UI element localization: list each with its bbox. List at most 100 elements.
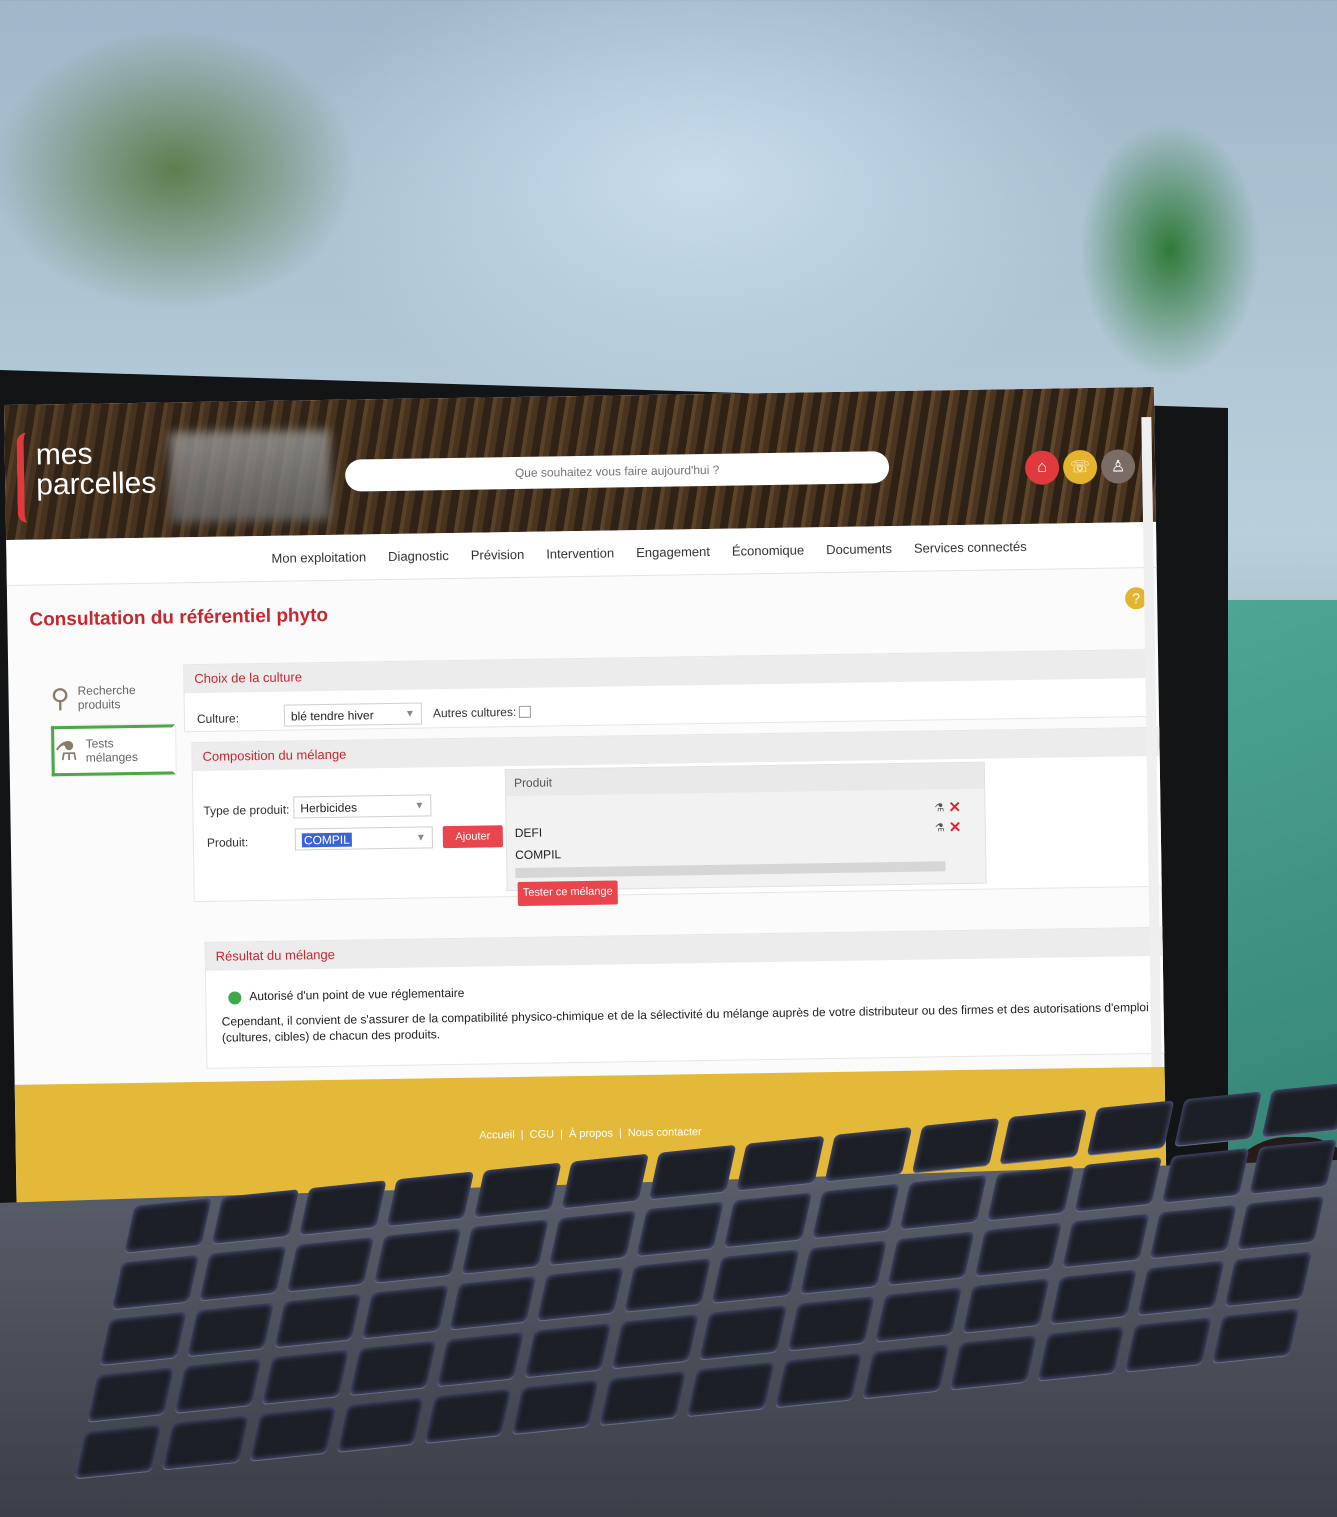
key bbox=[636, 1201, 725, 1256]
mix-panel-title: Composition du mélange bbox=[192, 727, 1167, 772]
page-title: Consultation du référentiel phyto bbox=[29, 604, 329, 631]
blurred-farm-info bbox=[169, 429, 331, 523]
key bbox=[299, 1180, 387, 1235]
product-type-select[interactable]: Herbicides ▼ bbox=[293, 794, 432, 819]
key bbox=[1161, 1147, 1250, 1203]
list-item[interactable]: DEFI bbox=[515, 826, 543, 840]
key bbox=[286, 1236, 375, 1292]
mes-parcelles-logo[interactable]: mes parcelles bbox=[16, 430, 158, 523]
key bbox=[612, 1314, 700, 1369]
remove-icon[interactable]: ✕ bbox=[948, 798, 961, 816]
key bbox=[561, 1153, 650, 1209]
key bbox=[1224, 1252, 1312, 1307]
key bbox=[536, 1266, 625, 1322]
result-panel-title: Résultat du mélange bbox=[205, 927, 1167, 971]
remove-icon[interactable]: ✕ bbox=[949, 818, 962, 836]
key bbox=[1261, 1082, 1337, 1137]
product-label: Produit: bbox=[206, 835, 249, 850]
key bbox=[512, 1379, 600, 1435]
other-cultures-label: Autres cultures: bbox=[432, 704, 517, 721]
laptop-screen: mes parcelles ⌂ ☏ ♙ Mon exploitation Dia… bbox=[4, 386, 1167, 1205]
key bbox=[1174, 1091, 1262, 1146]
key bbox=[549, 1210, 637, 1265]
key bbox=[211, 1189, 300, 1244]
search-products-icon: ⚲ bbox=[50, 683, 70, 714]
nav-engagement[interactable]: Engagement bbox=[636, 544, 710, 560]
key bbox=[799, 1240, 887, 1295]
key bbox=[449, 1275, 537, 1330]
key bbox=[187, 1302, 275, 1357]
list-item[interactable]: COMPIL bbox=[515, 847, 561, 862]
key bbox=[699, 1305, 787, 1360]
culture-select[interactable]: blé tendre hiver ▼ bbox=[283, 702, 423, 727]
key bbox=[862, 1344, 950, 1399]
key bbox=[624, 1257, 712, 1313]
horizontal-scrollbar[interactable] bbox=[515, 861, 946, 879]
key bbox=[474, 1162, 562, 1217]
key bbox=[999, 1109, 1087, 1164]
key bbox=[524, 1323, 613, 1378]
chat-icon[interactable]: ☏ bbox=[1062, 449, 1098, 485]
key bbox=[824, 1127, 912, 1182]
key bbox=[974, 1222, 1062, 1277]
key bbox=[1212, 1308, 1300, 1363]
key bbox=[599, 1370, 688, 1426]
nav-services-connectes[interactable]: Services connectés bbox=[914, 539, 1027, 556]
culture-panel-title: Choix de la culture bbox=[184, 650, 1150, 694]
culture-label: Culture: bbox=[196, 711, 240, 727]
test-mix-button[interactable]: Tester ce mélange bbox=[517, 880, 618, 906]
key bbox=[1037, 1326, 1125, 1381]
key bbox=[774, 1352, 863, 1408]
key bbox=[249, 1406, 338, 1461]
home-icon[interactable]: ⌂ bbox=[1024, 450, 1060, 485]
key bbox=[687, 1361, 775, 1417]
nav-mon-exploitation[interactable]: Mon exploitation bbox=[271, 549, 366, 565]
key bbox=[874, 1287, 962, 1342]
flask-icon[interactable]: ⚗ bbox=[935, 821, 945, 834]
key bbox=[111, 1254, 200, 1310]
chevron-down-icon: ▼ bbox=[404, 708, 415, 720]
sidebar-item-recherche-produits[interactable]: ⚲ Recherche produits bbox=[50, 674, 169, 720]
nav-prevision[interactable]: Prévision bbox=[471, 547, 525, 563]
add-button[interactable]: Ajouter bbox=[442, 825, 504, 849]
user-icon[interactable]: ♙ bbox=[1100, 449, 1136, 484]
key bbox=[262, 1349, 350, 1405]
key bbox=[899, 1174, 987, 1230]
product-list: Produit DEFI COMPIL ⚗ ✕ ⚗ ✕ bbox=[504, 761, 987, 892]
search-input[interactable] bbox=[344, 451, 890, 492]
key bbox=[649, 1144, 737, 1200]
key bbox=[199, 1245, 287, 1301]
flask-icon[interactable]: ⚗ bbox=[934, 801, 944, 814]
key bbox=[437, 1332, 525, 1387]
key bbox=[1074, 1156, 1162, 1212]
sidebar-item-tests-melanges[interactable]: ⚗ Tests mélanges bbox=[51, 724, 176, 777]
chevron-down-icon: ▼ bbox=[414, 800, 425, 812]
key bbox=[1236, 1195, 1325, 1250]
key bbox=[374, 1227, 462, 1283]
nav-documents[interactable]: Documents bbox=[826, 541, 892, 557]
product-select[interactable]: COMPIL ▼ bbox=[294, 826, 434, 851]
key bbox=[1149, 1204, 1237, 1259]
key bbox=[1249, 1139, 1337, 1194]
key bbox=[811, 1183, 900, 1238]
key bbox=[1049, 1269, 1137, 1325]
chevron-down-icon: ▼ bbox=[415, 832, 426, 844]
nav-intervention[interactable]: Intervention bbox=[546, 545, 614, 561]
key bbox=[787, 1296, 875, 1351]
nav-economique[interactable]: Économique bbox=[732, 542, 805, 558]
key bbox=[911, 1118, 1000, 1173]
key bbox=[1137, 1260, 1225, 1316]
key bbox=[174, 1358, 263, 1414]
key bbox=[461, 1219, 550, 1274]
product-list-header: Produit bbox=[505, 762, 985, 797]
key bbox=[711, 1248, 800, 1304]
key bbox=[124, 1198, 212, 1253]
other-cultures-checkbox[interactable] bbox=[518, 705, 531, 718]
key bbox=[87, 1367, 175, 1423]
key bbox=[886, 1231, 975, 1286]
key bbox=[736, 1135, 825, 1191]
key bbox=[424, 1388, 513, 1443]
key bbox=[349, 1340, 438, 1396]
app-header: mes parcelles ⌂ ☏ ♙ bbox=[4, 386, 1156, 540]
nav-diagnostic[interactable]: Diagnostic bbox=[388, 548, 449, 564]
